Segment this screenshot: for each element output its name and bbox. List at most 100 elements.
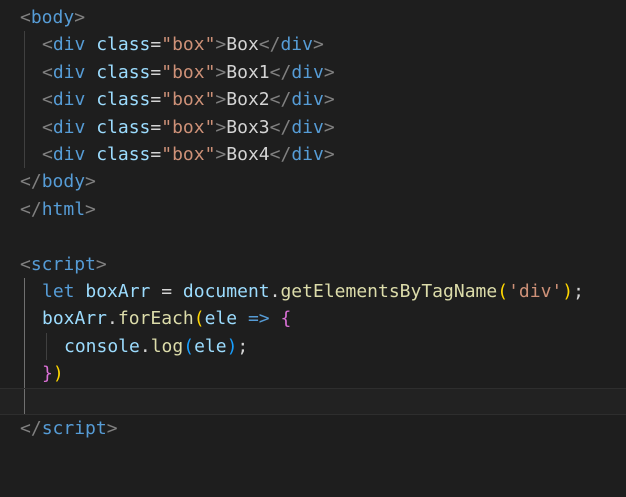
object: document <box>182 281 270 302</box>
operator: = <box>161 281 173 302</box>
code-editor[interactable]: <body> <div class="box">Box</div> <div c… <box>0 0 626 455</box>
attribute-name: class <box>96 144 151 165</box>
attribute-name: class <box>96 34 151 56</box>
equals: = <box>150 116 162 138</box>
paren: ) <box>226 335 238 357</box>
brace: } <box>42 363 53 385</box>
indent-guide <box>24 86 25 114</box>
bracket: </ <box>20 198 42 220</box>
paren: ( <box>183 335 195 357</box>
bracket: > <box>215 61 227 83</box>
code-line[interactable]: <div class="box">Box</div> <box>0 31 626 59</box>
bracket: > <box>95 253 107 275</box>
tag-name: div <box>280 34 313 56</box>
code-line[interactable]: <div class="box">Box1</div> <box>0 58 626 87</box>
code-line[interactable]: }) <box>0 360 626 388</box>
tag-name: div <box>52 34 86 56</box>
bracket: </ <box>269 61 292 83</box>
parameter: ele <box>204 308 238 330</box>
tag-name: body <box>30 7 75 28</box>
code-line-empty[interactable] <box>0 223 626 250</box>
attribute-value: "box" <box>161 34 216 56</box>
attribute-name: class <box>96 89 151 111</box>
variable: boxArr <box>85 281 151 302</box>
indent-guide <box>24 360 25 388</box>
indent-guide <box>46 332 47 361</box>
element-text: Box2 <box>226 89 270 111</box>
indent-guide <box>24 332 25 361</box>
code-line[interactable]: </body> <box>0 168 626 195</box>
indent-guide <box>24 305 25 333</box>
bracket: < <box>42 116 53 138</box>
bracket: > <box>323 89 335 111</box>
code-line[interactable]: let boxArr = document.getElementsByTagNa… <box>0 278 626 306</box>
brace: { <box>280 308 292 330</box>
object: console <box>64 335 140 357</box>
attribute-value: "box" <box>161 144 216 165</box>
bracket: < <box>42 61 53 83</box>
tag-name: div <box>52 89 86 111</box>
tag-name: script <box>30 253 96 275</box>
paren: ) <box>562 281 574 302</box>
bracket: </ <box>269 116 292 138</box>
code-line-current[interactable] <box>0 387 626 415</box>
dot: . <box>139 335 151 357</box>
attribute-value: "box" <box>161 61 216 83</box>
bracket: </ <box>269 144 292 165</box>
bracket: </ <box>20 418 42 439</box>
string-literal: 'div' <box>508 281 563 302</box>
element-text: Box <box>226 34 259 56</box>
arrow-operator: => <box>247 308 270 330</box>
function-name: forEach <box>117 308 194 330</box>
bracket: > <box>323 116 335 138</box>
argument: ele <box>194 335 227 357</box>
code-line[interactable]: <body> <box>0 4 626 31</box>
bracket: > <box>85 171 96 193</box>
paren: ) <box>52 363 64 385</box>
indent-guide <box>24 58 25 87</box>
bracket: </ <box>269 89 292 111</box>
tag-name: div <box>52 144 86 165</box>
tag-name: div <box>291 61 324 83</box>
bracket: > <box>215 34 227 56</box>
code-line[interactable]: <div class="box">Box2</div> <box>0 86 626 114</box>
element-text: Box3 <box>226 116 270 138</box>
bracket: > <box>215 116 227 138</box>
bracket: < <box>42 34 53 56</box>
code-line[interactable]: <div class="box">Box4</div> <box>0 141 626 169</box>
tag-name: div <box>291 144 324 165</box>
code-line[interactable]: </html> <box>0 196 626 223</box>
attribute-value: "box" <box>161 89 216 111</box>
variable: boxArr <box>42 308 108 330</box>
attribute-name: class <box>96 116 151 138</box>
bracket: < <box>42 144 53 165</box>
tag-name: div <box>52 116 86 138</box>
bracket: < <box>20 253 31 275</box>
dot: . <box>269 281 281 302</box>
indent-guide <box>24 31 25 59</box>
paren: ( <box>193 308 205 330</box>
code-line[interactable]: <script> <box>0 251 626 278</box>
bracket: </ <box>258 34 281 56</box>
semicolon: ; <box>237 335 249 357</box>
semicolon: ; <box>573 281 584 302</box>
bracket: > <box>106 418 118 439</box>
bracket: > <box>215 144 227 165</box>
code-line[interactable]: console.log(ele); <box>0 332 626 361</box>
bracket: > <box>323 61 335 83</box>
bracket: </ <box>20 171 42 193</box>
equals: = <box>150 34 162 56</box>
equals: = <box>150 61 162 83</box>
attribute-name: class <box>96 61 151 83</box>
code-line[interactable]: boxArr.forEach(ele => { <box>0 305 626 333</box>
code-line[interactable]: </script> <box>0 415 626 442</box>
bracket: > <box>312 34 324 56</box>
equals: = <box>150 89 162 111</box>
indent-guide <box>24 388 25 414</box>
function-name: getElementsByTagName <box>280 281 498 302</box>
paren: ( <box>497 281 509 302</box>
tag-name: body <box>41 171 86 193</box>
code-line[interactable]: <div class="box">Box3</div> <box>0 113 626 141</box>
bracket: > <box>74 7 86 28</box>
bracket: > <box>215 89 227 111</box>
